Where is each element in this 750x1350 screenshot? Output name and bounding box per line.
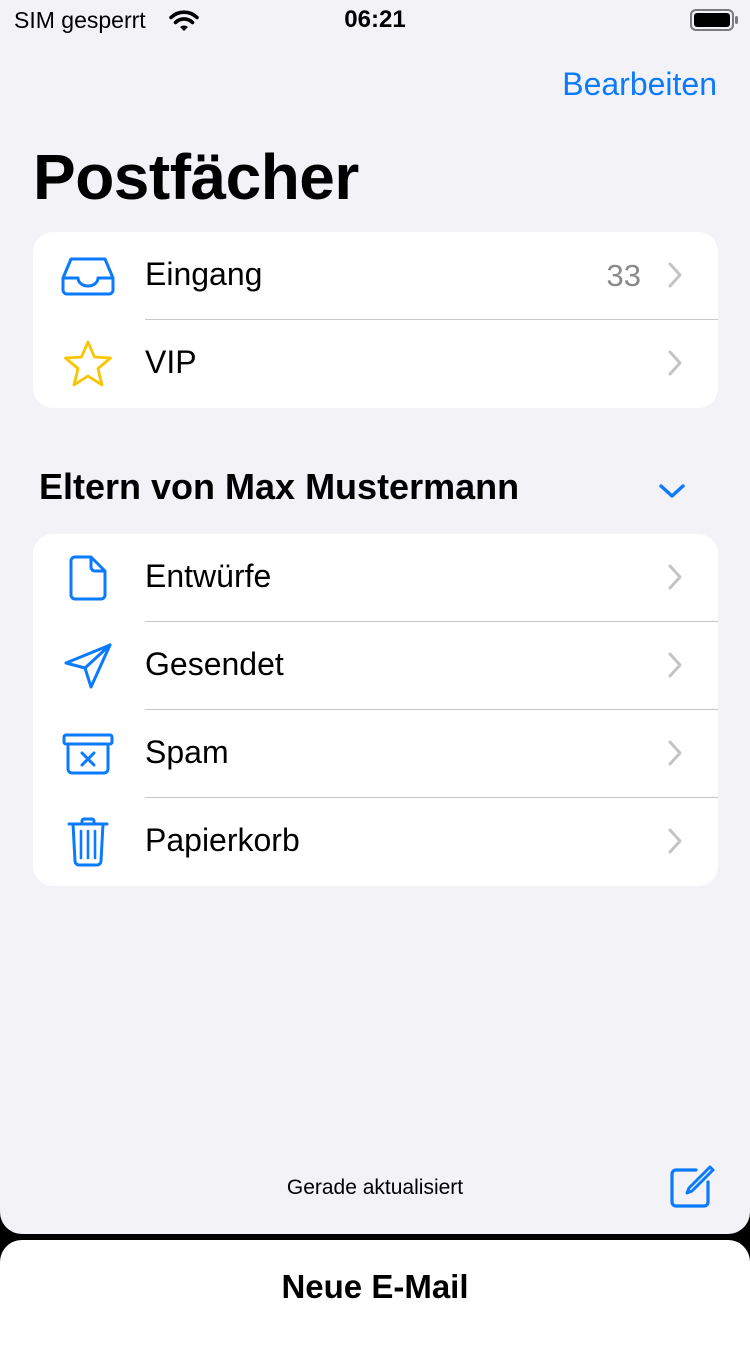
chevron-right-icon — [668, 262, 682, 293]
folder-row-spam[interactable]: Spam — [33, 710, 718, 798]
status-bar: SIM gesperrt 06:21 — [0, 0, 750, 40]
page-title: Postfächer — [33, 141, 359, 213]
folder-label: Entwürfe — [145, 558, 272, 594]
chevron-right-icon — [668, 740, 682, 771]
chevron-right-icon — [668, 350, 682, 381]
mailbox-row-vip[interactable]: VIP — [33, 320, 718, 408]
star-icon — [60, 338, 116, 390]
chevron-right-icon — [668, 564, 682, 595]
mailbox-label: Eingang — [145, 256, 263, 292]
account-folders-list: Entwürfe Gesendet Spam Papierkorb — [33, 534, 718, 886]
folder-label: Papierkorb — [145, 822, 300, 858]
chevron-down-icon[interactable] — [658, 482, 686, 505]
update-status-text: Gerade aktualisiert — [286, 1176, 464, 1199]
document-icon — [60, 552, 116, 604]
mailbox-label: VIP — [145, 344, 197, 380]
folder-label: Spam — [145, 734, 229, 770]
folder-label: Gesendet — [145, 646, 284, 682]
clock: 06:21 — [344, 6, 406, 33]
compose-icon[interactable] — [668, 1164, 716, 1215]
folder-row-sent[interactable]: Gesendet — [33, 622, 718, 710]
draft-title: Neue E-Mail — [281, 1268, 469, 1305]
smart-mailboxes-list: Eingang 33 VIP — [33, 232, 718, 408]
folder-row-trash[interactable]: Papierkorb — [33, 798, 718, 886]
chevron-right-icon — [668, 828, 682, 859]
account-section-header[interactable]: Eltern von Max Mustermann — [39, 466, 519, 508]
inbox-tray-icon — [60, 250, 116, 302]
folder-row-drafts[interactable]: Entwürfe — [33, 534, 718, 622]
trash-icon — [60, 816, 116, 868]
paper-plane-icon — [60, 640, 116, 692]
unread-count-badge: 33 — [606, 258, 641, 293]
junk-box-icon — [60, 728, 116, 780]
battery-icon — [690, 9, 738, 36]
chevron-right-icon — [668, 652, 682, 683]
mailboxes-screen: SIM gesperrt 06:21 Bearbeiten Postfächer — [0, 0, 750, 1234]
mailbox-row-inbox[interactable]: Eingang 33 — [33, 232, 718, 320]
edit-button[interactable]: Bearbeiten — [562, 66, 717, 103]
